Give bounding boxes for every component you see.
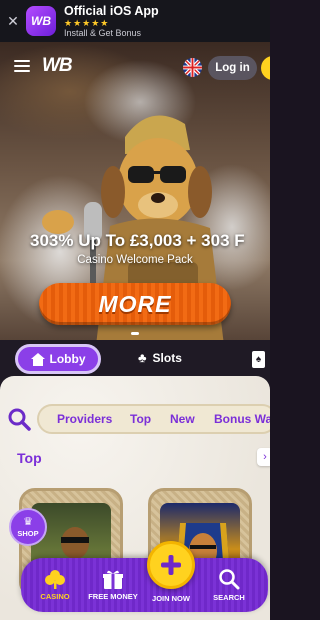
site-header: WB Log in xyxy=(0,42,270,94)
nav-free-money-label: FREE MONEY xyxy=(88,592,138,601)
more-button[interactable]: MORE xyxy=(39,283,231,325)
filter-chips: Providers Top New Bonus Wa xyxy=(37,404,270,434)
app-banner-text: Official iOS App ★★★★★ Install & Get Bon… xyxy=(64,4,159,39)
hero-banner[interactable]: WB Log in 303% Up To £3,003 + 303 F Casi… xyxy=(0,42,270,354)
nav-casino-label: CASINO xyxy=(40,592,70,601)
close-icon[interactable]: ✕ xyxy=(0,13,26,30)
carousel-indicator[interactable] xyxy=(0,332,270,335)
chevron-right-icon[interactable]: › xyxy=(257,448,270,466)
menu-icon[interactable] xyxy=(14,60,30,72)
home-icon xyxy=(30,352,45,366)
gift-icon xyxy=(103,570,123,589)
app-banner-subtitle: Install & Get Bonus xyxy=(64,27,142,38)
nav-join-now-label: JOIN NOW xyxy=(152,594,190,603)
tab-lobby-label: Lobby xyxy=(49,352,86,366)
rating-stars: ★★★★★ xyxy=(64,17,110,28)
filter-top[interactable]: Top xyxy=(130,412,151,426)
crown-icon: ♛ xyxy=(23,515,33,528)
clover-icon: ♣ xyxy=(138,350,147,365)
filter-new[interactable]: New xyxy=(170,412,195,426)
page: ✕ WB Official iOS App ★★★★★ Install & Ge… xyxy=(0,0,270,620)
app-banner-title: Official iOS App xyxy=(64,3,159,18)
bottom-navigation: CASINO FREE MONEY SEARCH xyxy=(21,558,268,612)
signup-button[interactable] xyxy=(261,56,270,80)
search-icon[interactable] xyxy=(7,407,31,431)
filter-providers[interactable]: Providers xyxy=(57,412,112,426)
nav-free-money[interactable]: FREE MONEY xyxy=(83,558,143,612)
tab-slots-label: Slots xyxy=(152,350,182,365)
tab-slots[interactable]: ♣ Slots xyxy=(138,350,182,365)
shop-button[interactable]: ♛ SHOP xyxy=(9,508,47,546)
section-title: Top xyxy=(17,450,42,466)
nav-search[interactable]: SEARCH xyxy=(199,558,259,612)
login-button[interactable]: Log in xyxy=(208,56,257,80)
promo-subtitle: Casino Welcome Pack xyxy=(77,254,193,266)
uk-flag-icon[interactable] xyxy=(183,58,202,77)
app-install-banner[interactable]: ✕ WB Official iOS App ★★★★★ Install & Ge… xyxy=(0,0,270,42)
filter-bonus-wagering[interactable]: Bonus Wa xyxy=(214,412,270,426)
join-now-button[interactable] xyxy=(147,541,195,589)
shop-label: SHOP xyxy=(17,528,39,538)
app-logo: WB xyxy=(26,6,56,36)
nav-search-label: SEARCH xyxy=(213,593,245,602)
tab-lobby[interactable]: Lobby xyxy=(15,344,101,374)
site-logo[interactable]: WB xyxy=(42,55,73,77)
cards-icon[interactable]: ♠ xyxy=(252,351,265,368)
search-icon xyxy=(219,569,240,590)
nav-casino[interactable]: CASINO xyxy=(25,558,85,612)
promo-title: 303% Up To £3,003 + 303 F xyxy=(30,231,245,250)
clover-icon xyxy=(45,570,65,589)
plus-icon xyxy=(161,555,181,575)
